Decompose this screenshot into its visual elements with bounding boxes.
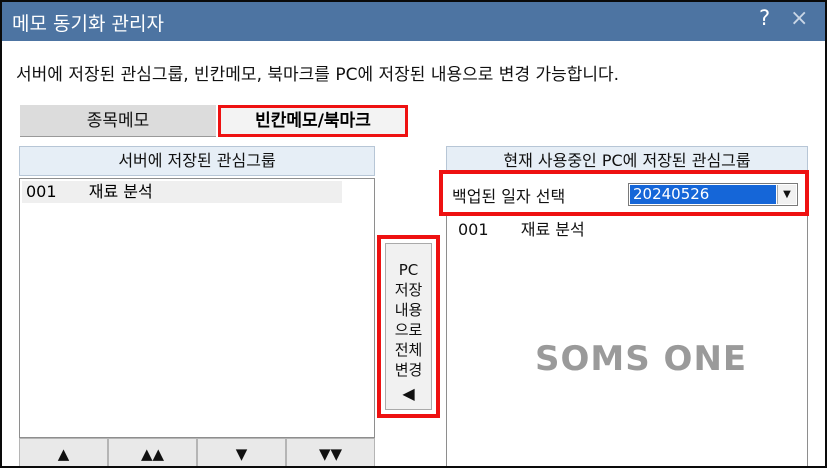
item-code: 001 [458, 220, 489, 239]
server-groups-list[interactable]: 001 재료 분석 [19, 178, 375, 438]
order-buttons: ▲ ▲▲ ▼ ▼▼ [19, 438, 375, 466]
dialog-window: 메모 동기화 관리자 ? × 서버에 저장된 관심그룹, 빈칸메모, 북마크를 … [0, 0, 827, 468]
replace-with-pc-button[interactable]: PC 저장 내용 으로 전체 변경 ◀ [377, 235, 440, 418]
move-bottom-button[interactable]: ▼▼ [286, 438, 375, 466]
tab-strip: 종목메모 빈칸메모/북마크 [20, 105, 410, 139]
close-icon[interactable]: × [790, 6, 808, 31]
list-item[interactable]: 001 재료 분석 [22, 181, 342, 203]
title-bar: 메모 동기화 관리자 ? × [2, 2, 825, 41]
button-label-line: 변경 [394, 361, 423, 379]
backup-date-selector: 백업된 일자 선택 20240526 ▼ [439, 170, 809, 216]
arrow-left-icon: ◀ [402, 384, 415, 403]
backup-date-value: 20240526 [630, 185, 776, 204]
chevron-down-icon[interactable]: ▼ [777, 185, 796, 204]
watermark-logo: SOMS ONE [535, 339, 748, 379]
button-label-line: 내용 [394, 301, 423, 319]
item-code: 001 [26, 182, 57, 201]
button-label-line: 전체 [394, 341, 423, 359]
item-name: 재료 분석 [520, 220, 585, 239]
move-top-button[interactable]: ▲▲ [108, 438, 197, 466]
item-name: 재료 분석 [88, 182, 153, 201]
backup-date-label: 백업된 일자 선택 [452, 187, 566, 206]
button-label-line: 으로 [394, 321, 423, 339]
server-groups-header: 서버에 저장된 관심그룹 [19, 146, 375, 176]
backup-date-dropdown[interactable]: 20240526 ▼ [628, 183, 798, 206]
button-label-line: 저장 [394, 281, 423, 299]
list-item[interactable]: 001 재료 분석 [458, 216, 585, 240]
tab-blank-memo-bookmark[interactable]: 빈칸메모/북마크 [218, 105, 408, 137]
description-text: 서버에 저장된 관심그룹, 빈칸메모, 북마크를 PC에 저장된 내용으로 변경… [16, 65, 620, 85]
tab-stock-memo[interactable]: 종목메모 [20, 105, 216, 137]
button-label-line: PC [398, 261, 419, 279]
replace-button-face: PC 저장 내용 으로 전체 변경 ◀ [385, 243, 432, 410]
window-title: 메모 동기화 관리자 [12, 13, 164, 35]
move-up-button[interactable]: ▲ [19, 438, 108, 466]
move-down-button[interactable]: ▼ [197, 438, 286, 466]
help-icon[interactable]: ? [759, 6, 770, 30]
